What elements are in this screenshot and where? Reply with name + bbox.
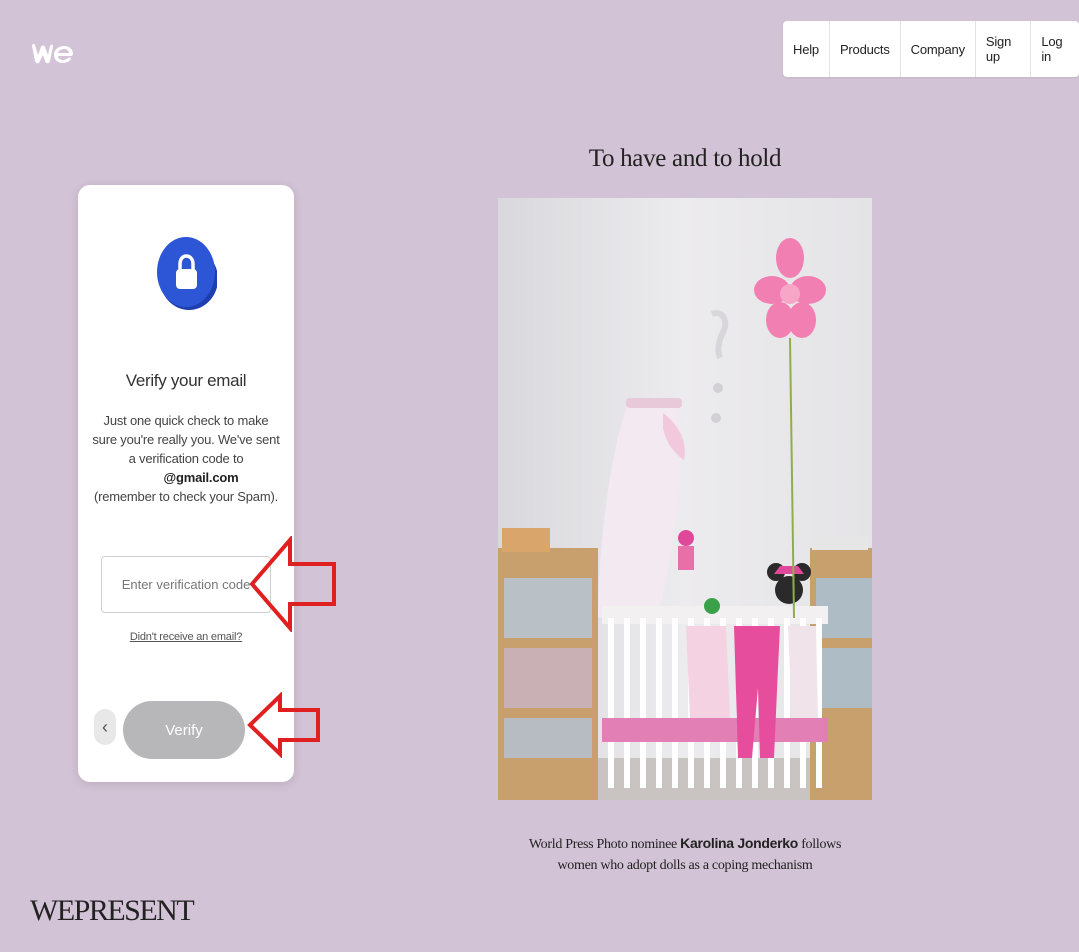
nursery-photo-illustration: [498, 198, 872, 800]
wetransfer-logo[interactable]: [30, 42, 74, 66]
nav-company[interactable]: Company: [899, 21, 975, 77]
spam-note: (remember to check your Spam).: [93, 489, 278, 504]
article-caption: World Press Photo nominee Karolina Jonde…: [498, 833, 872, 876]
annotation-arrow-icon: [247, 692, 320, 758]
wepresent-logo[interactable]: WEPRESENT: [30, 894, 195, 928]
lock-icon: [157, 237, 217, 310]
nav-sign-up[interactable]: Sign up: [974, 21, 1030, 77]
photographer-name[interactable]: Karolina Jonderko: [680, 835, 798, 851]
description-line: sure you're really you. We've sent: [92, 432, 280, 447]
caption-text: follows: [798, 837, 842, 852]
verify-button[interactable]: Verify: [123, 701, 245, 759]
caption-text: World Press Photo nominee: [528, 837, 681, 852]
article-title: To have and to hold: [588, 145, 782, 172]
card-title: Verify your email: [125, 371, 247, 390]
card-description: Just one quick check to make sure you're…: [92, 411, 280, 506]
nav-help[interactable]: Help: [783, 21, 829, 77]
chevron-left-icon: ‹: [102, 716, 108, 737]
email-address: @gmail.com: [163, 470, 239, 485]
resend-email-link[interactable]: Didn't receive an email?: [78, 631, 294, 643]
description-line: Just one quick check to make: [103, 413, 269, 428]
description-line: a verification code to: [128, 451, 244, 466]
page: Help Products Company Sign up Log in Ver…: [0, 0, 1079, 952]
nav-log-in[interactable]: Log in: [1030, 21, 1079, 77]
nav-products[interactable]: Products: [828, 21, 900, 77]
article-photo[interactable]: [498, 198, 872, 800]
back-button[interactable]: ‹: [94, 709, 116, 745]
verification-code-input[interactable]: [101, 556, 271, 613]
caption-text: women who adopt dolls as a coping mechan…: [557, 858, 813, 873]
annotation-arrow-icon: [249, 536, 336, 632]
top-nav: Help Products Company Sign up Log in: [783, 21, 1079, 77]
